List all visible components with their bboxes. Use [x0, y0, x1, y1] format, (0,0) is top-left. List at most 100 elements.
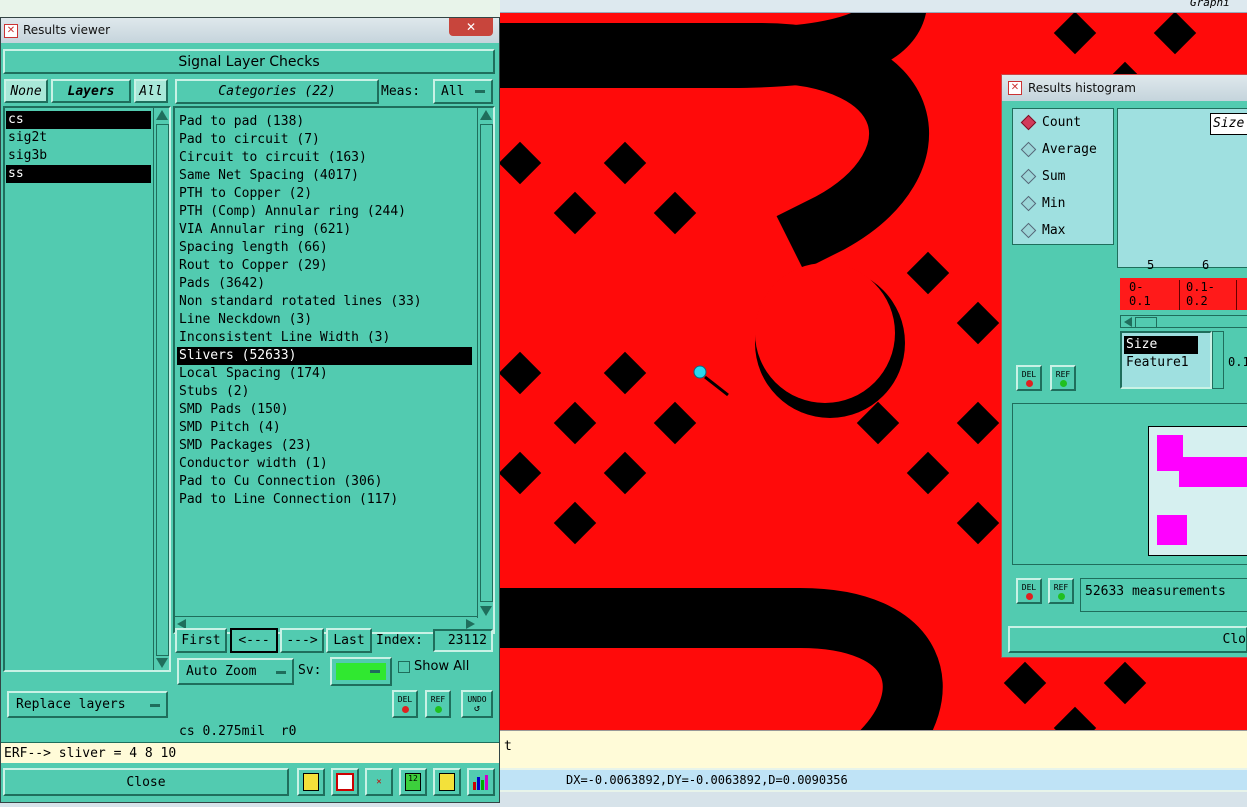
results-viewer-titlebar[interactable]: ✕ Results viewer ✕ — [1, 18, 499, 43]
coordinate-readout: DX=-0.0063892,DY=-0.0063892,D=0.0090356 — [500, 770, 1247, 790]
option-count[interactable]: Count — [1013, 109, 1113, 136]
category-item[interactable]: SMD Packages (23) — [177, 437, 472, 455]
category-item[interactable]: SMD Pads (150) — [177, 401, 472, 419]
categories-label[interactable]: Categories (22) — [175, 79, 379, 104]
option-label: Count — [1042, 115, 1082, 130]
option-max[interactable]: Max — [1013, 217, 1113, 244]
category-item[interactable]: Pad to Line Connection (117) — [177, 491, 472, 509]
histogram-hscroll[interactable] — [1120, 315, 1247, 328]
category-item[interactable]: Line Neckdown (3) — [177, 311, 472, 329]
red-dot-icon — [401, 706, 409, 713]
prev-button[interactable]: <--- — [230, 628, 278, 653]
message-bar: t — [500, 730, 1247, 768]
layer-item-sig3b[interactable]: sig3b — [6, 147, 151, 165]
radio-diamond-icon — [1020, 114, 1037, 131]
histogram-icon[interactable] — [467, 768, 495, 796]
top-bar-background — [500, 0, 1247, 13]
close-button[interactable]: Close — [3, 768, 289, 796]
category-item[interactable]: Local Spacing (174) — [177, 365, 472, 383]
field-list[interactable]: Size Feature1 — [1120, 331, 1212, 389]
field-list-scrollbar[interactable] — [1212, 331, 1224, 389]
dropdown-icon — [150, 704, 160, 707]
ref-label: REF — [1055, 369, 1071, 379]
next-button[interactable]: ---> — [280, 628, 324, 653]
category-item[interactable]: Circuit to circuit (163) — [177, 149, 472, 167]
category-item[interactable]: Pad to Cu Connection (306) — [177, 473, 472, 491]
meas-dropdown[interactable]: All — [433, 79, 493, 104]
categories-list[interactable]: Pad to pad (138) Pad to circuit (7) Circui… — [173, 106, 495, 634]
sv-color-dropdown[interactable] — [330, 657, 392, 686]
hist-del-button[interactable]: DEL — [1016, 365, 1042, 391]
info-line: cs 0.275mil r0 — [179, 724, 297, 739]
graphic-window-label: Graphi — [1190, 0, 1230, 9]
undo-button[interactable]: UNDO ↺ — [461, 690, 493, 718]
undo-arrow-icon: ↺ — [473, 702, 481, 714]
category-item[interactable]: Same Net Spacing (4017) — [177, 167, 472, 185]
layers-list[interactable]: cs sig2t sig3b ss — [3, 106, 171, 672]
red-dot-icon — [1025, 379, 1033, 387]
categories-scrollbar[interactable] — [477, 108, 493, 618]
category-item[interactable]: Pad to circuit (7) — [177, 131, 472, 149]
report-icon[interactable] — [433, 768, 461, 796]
index-input[interactable]: 23112 — [433, 629, 493, 652]
histogram-titlebar[interactable]: ✕ Results histogram — [1002, 75, 1247, 101]
results-viewer-window: ✕ Results viewer ✕ Signal Layer Checks N… — [0, 17, 500, 803]
preview-del-button[interactable]: DEL — [1016, 578, 1042, 604]
index-label: Index: — [376, 633, 423, 648]
layer-item-ss[interactable]: ss — [6, 165, 151, 183]
close-icon[interactable]: ✕ — [449, 18, 493, 36]
option-average[interactable]: Average — [1013, 136, 1113, 163]
category-item[interactable]: PTH (Comp) Annular ring (244) — [177, 203, 472, 221]
window-title: Results histogram — [1028, 81, 1136, 95]
measurements-count: 52633 measurements — [1080, 578, 1247, 612]
meas-value: All — [441, 84, 465, 99]
option-sum[interactable]: Sum — [1013, 163, 1113, 190]
first-button[interactable]: First — [175, 628, 227, 653]
layer-item-sig2t[interactable]: sig2t — [6, 129, 151, 147]
compare-icon[interactable]: 12 — [399, 768, 427, 796]
category-item[interactable]: Non standard rotated lines (33) — [177, 293, 472, 311]
category-item[interactable]: Rout to Copper (29) — [177, 257, 472, 275]
category-item[interactable]: Inconsistent Line Width (3) — [177, 329, 472, 347]
erf-icon[interactable]: ✕ — [365, 768, 393, 796]
show-all-checkbox[interactable] — [398, 661, 410, 673]
ref-button[interactable]: REF — [425, 690, 451, 718]
histogram-bins[interactable]: 0- 0.1 0.1- 0.2 — [1120, 278, 1247, 310]
last-button[interactable]: Last — [326, 628, 372, 653]
export-icon[interactable] — [331, 768, 359, 796]
preview-ref-button[interactable]: REF — [1048, 578, 1074, 604]
window-title: Results viewer — [23, 23, 111, 37]
field-item-size[interactable]: Size — [1124, 336, 1198, 354]
signal-layer-checks-header: Signal Layer Checks — [3, 49, 495, 74]
category-item[interactable]: SMD Pitch (4) — [177, 419, 472, 437]
category-item[interactable]: Slivers (52633) — [177, 347, 472, 365]
replace-layers-dropdown[interactable]: Replace layers — [7, 691, 168, 718]
auto-zoom-label: Auto Zoom — [186, 664, 257, 679]
category-item[interactable]: Conductor width (1) — [177, 455, 472, 473]
category-item[interactable]: VIA Annular ring (621) — [177, 221, 472, 239]
histogram-chart[interactable]: Size 5 6 — [1117, 108, 1247, 272]
all-layers-button[interactable]: All — [134, 79, 168, 103]
layer-icon[interactable] — [297, 768, 325, 796]
category-item[interactable]: Pad to pad (138) — [177, 113, 472, 131]
none-button[interactable]: None — [4, 79, 48, 103]
app-icon: ✕ — [1008, 81, 1022, 95]
close-label: Clo — [1222, 632, 1246, 647]
category-item[interactable]: PTH to Copper (2) — [177, 185, 472, 203]
category-item[interactable]: Spacing length (66) — [177, 239, 472, 257]
red-dot-icon — [1025, 592, 1033, 600]
auto-zoom-dropdown[interactable]: Auto Zoom — [177, 658, 294, 685]
bin-range-2[interactable]: 0.1- 0.2 — [1182, 280, 1237, 310]
layers-button[interactable]: Layers — [51, 79, 131, 103]
sv-label: Sv: — [298, 663, 322, 678]
option-min[interactable]: Min — [1013, 190, 1113, 217]
category-item[interactable]: Stubs (2) — [177, 383, 472, 401]
hist-ref-button[interactable]: REF — [1050, 365, 1076, 391]
del-button[interactable]: DEL — [392, 690, 418, 718]
bin-range-1[interactable]: 0- 0.1 — [1125, 280, 1180, 310]
field-item-feature1[interactable]: Feature1 — [1124, 354, 1198, 372]
histogram-close-button[interactable]: Clo — [1008, 626, 1247, 653]
layer-item-cs[interactable]: cs — [6, 111, 151, 129]
layers-scrollbar[interactable] — [153, 108, 169, 670]
category-item[interactable]: Pads (3642) — [177, 275, 472, 293]
